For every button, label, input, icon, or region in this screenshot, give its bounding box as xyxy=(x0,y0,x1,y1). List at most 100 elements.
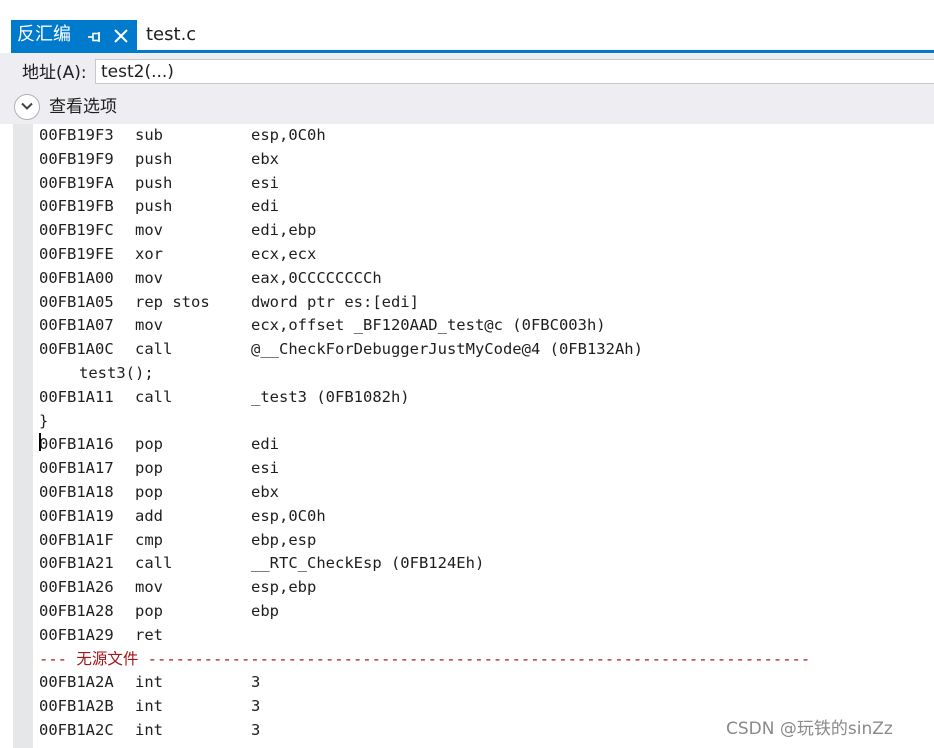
disassembly-lines: 00FB19F3 sub esp,0C0h 00FB19F9 push ebx 00FB19… xyxy=(39,124,934,743)
code-line[interactable]: 00FB19F9 push ebx xyxy=(39,148,934,172)
instruction-operands: 3 xyxy=(251,720,261,739)
instruction-mnemonic: call xyxy=(135,554,173,573)
code-line[interactable]: } xyxy=(39,410,934,434)
instruction-address: 00FB19F9 xyxy=(39,149,114,168)
code-line[interactable]: 00FB19FB push edi xyxy=(39,195,934,219)
instruction-mnemonic: push xyxy=(135,149,173,168)
code-line[interactable]: 00FB1A1F cmp ebp,esp xyxy=(39,529,934,553)
instruction-mnemonic: pop xyxy=(135,482,163,501)
instruction-mnemonic: call xyxy=(135,340,173,359)
code-line[interactable]: 00FB1A00 mov eax,0CCCCCCCCh xyxy=(39,267,934,291)
instruction-mnemonic: ret xyxy=(135,625,163,644)
instruction-address: 00FB1A18 xyxy=(39,482,114,501)
code-line[interactable]: 00FB1A2B int 3 xyxy=(39,695,934,719)
address-bar: 地址(A): test2(...) xyxy=(0,53,934,91)
instruction-address: 00FB1A21 xyxy=(39,554,114,573)
view-options-bar: 查看选项 xyxy=(0,91,934,124)
instruction-operands: _test3 (0FB1082h) xyxy=(251,387,410,406)
no-source-separator: --- 无源文件 -------------------------------… xyxy=(39,649,811,668)
instruction-operands: eax,0CCCCCCCCh xyxy=(251,268,382,287)
instruction-mnemonic: sub xyxy=(135,126,163,144)
code-line[interactable]: 00FB1A17 pop esi xyxy=(39,457,934,481)
instruction-address: 00FB1A0C xyxy=(39,340,114,359)
instruction-operands: ecx,ecx xyxy=(251,244,317,263)
indicator-margin xyxy=(13,124,33,748)
instruction-mnemonic: pop xyxy=(135,435,163,454)
instruction-mnemonic: xor xyxy=(135,244,163,263)
instruction-mnemonic: int xyxy=(135,673,163,692)
instruction-address: 00FB19FC xyxy=(39,221,114,240)
instruction-operands: esp,0C0h xyxy=(251,506,326,525)
instruction-operands: ebx xyxy=(251,482,279,501)
code-line[interactable]: 00FB1A26 mov esp,ebp xyxy=(39,576,934,600)
code-line[interactable]: test3(); xyxy=(39,362,934,386)
instruction-operands: 3 xyxy=(251,697,261,716)
instruction-mnemonic: cmp xyxy=(135,530,163,549)
instruction-mnemonic: pop xyxy=(135,459,163,478)
instruction-mnemonic: call xyxy=(135,387,173,406)
disassembly-view[interactable]: 00FB19F3 sub esp,0C0h 00FB19F9 push ebx 00FB19… xyxy=(0,124,934,748)
instruction-operands: ebp,esp xyxy=(251,530,317,549)
code-line[interactable]: --- 无源文件 -------------------------------… xyxy=(39,648,934,672)
code-line[interactable]: 00FB1A28 pop ebp xyxy=(39,600,934,624)
instruction-address: 00FB1A07 xyxy=(39,316,114,335)
instruction-address: 00FB1A00 xyxy=(39,268,114,287)
watermark: CSDN @玩铁的sinZz xyxy=(726,719,893,739)
code-line[interactable]: 00FB19FE xor ecx,ecx xyxy=(39,243,934,267)
tab-disassembly[interactable]: 反汇编 xyxy=(11,20,137,51)
code-line[interactable]: 00FB1A2A int 3 xyxy=(39,671,934,695)
instruction-address: 00FB19FB xyxy=(39,197,114,216)
instruction-address: 00FB1A1F xyxy=(39,530,114,549)
instruction-address: 00FB1A2A xyxy=(39,673,114,692)
code-line[interactable]: 00FB19FC mov edi,ebp xyxy=(39,219,934,243)
instruction-address: 00FB1A17 xyxy=(39,459,114,478)
instruction-address: 00FB19FA xyxy=(39,173,114,192)
instruction-mnemonic: mov xyxy=(135,578,163,597)
code-line[interactable]: 00FB1A07 mov ecx,offset _BF120AAD_test@c (… xyxy=(39,314,934,338)
instruction-mnemonic: add xyxy=(135,506,163,525)
code-line[interactable]: 00FB19FA push esi xyxy=(39,172,934,196)
text-caret xyxy=(39,433,41,452)
code-line[interactable]: 00FB1A0C call @__CheckForDebuggerJustMyCod… xyxy=(39,338,934,362)
instruction-operands: 3 xyxy=(251,673,261,692)
instruction-address: 00FB1A2B xyxy=(39,697,114,716)
instruction-mnemonic: push xyxy=(135,197,173,216)
instruction-operands: esi xyxy=(251,459,279,478)
instruction-mnemonic: push xyxy=(135,173,173,192)
instruction-mnemonic: pop xyxy=(135,601,163,620)
close-icon[interactable] xyxy=(113,28,129,44)
tab-test-c[interactable]: test.c xyxy=(146,24,196,46)
instruction-address: 00FB1A11 xyxy=(39,387,114,406)
instruction-operands: edi,ebp xyxy=(251,221,317,240)
source-brace: } xyxy=(39,411,49,430)
instruction-mnemonic: int xyxy=(135,697,163,716)
code-line[interactable]: 00FB1A18 pop ebx xyxy=(39,481,934,505)
instruction-operands: ebp xyxy=(251,601,279,620)
code-line[interactable]: 00FB1A05 rep stos dword ptr es:[edi] xyxy=(39,291,934,315)
instruction-operands: esi xyxy=(251,173,279,192)
instruction-address: 00FB1A2C xyxy=(39,720,114,739)
instruction-mnemonic: mov xyxy=(135,316,163,335)
instruction-mnemonic: mov xyxy=(135,221,163,240)
view-options-label: 查看选项 xyxy=(49,97,117,117)
code-line[interactable]: 00FB1A29 ret xyxy=(39,624,934,648)
code-line[interactable]: 00FB19F3 sub esp,0C0h xyxy=(39,124,934,148)
code-line[interactable]: 00FB1A19 add esp,0C0h xyxy=(39,505,934,529)
code-line[interactable]: 00FB1A11 call _test3 (0FB1082h) xyxy=(39,386,934,410)
instruction-address: 00FB1A19 xyxy=(39,506,114,525)
instruction-mnemonic: int xyxy=(135,720,163,739)
instruction-mnemonic: rep stos xyxy=(135,292,210,311)
address-label: 地址(A): xyxy=(22,63,87,83)
instruction-operands: __RTC_CheckEsp (0FB124Eh) xyxy=(251,554,485,573)
instruction-operands: edi xyxy=(251,435,279,454)
chevron-down-icon xyxy=(21,102,33,110)
instruction-operands: dword ptr es:[edi] xyxy=(251,292,419,311)
instruction-operands: esp,ebp xyxy=(251,578,317,597)
instruction-address: 00FB19F3 xyxy=(39,126,114,144)
view-options-toggle[interactable] xyxy=(14,94,40,120)
pin-icon[interactable] xyxy=(87,29,103,43)
instruction-operands: esp,0C0h xyxy=(251,126,326,144)
code-line[interactable]: 00FB1A16 pop edi xyxy=(39,433,934,457)
address-input[interactable]: test2(...) xyxy=(95,59,934,84)
code-line[interactable]: 00FB1A21 call __RTC_CheckEsp (0FB124Eh) xyxy=(39,552,934,576)
